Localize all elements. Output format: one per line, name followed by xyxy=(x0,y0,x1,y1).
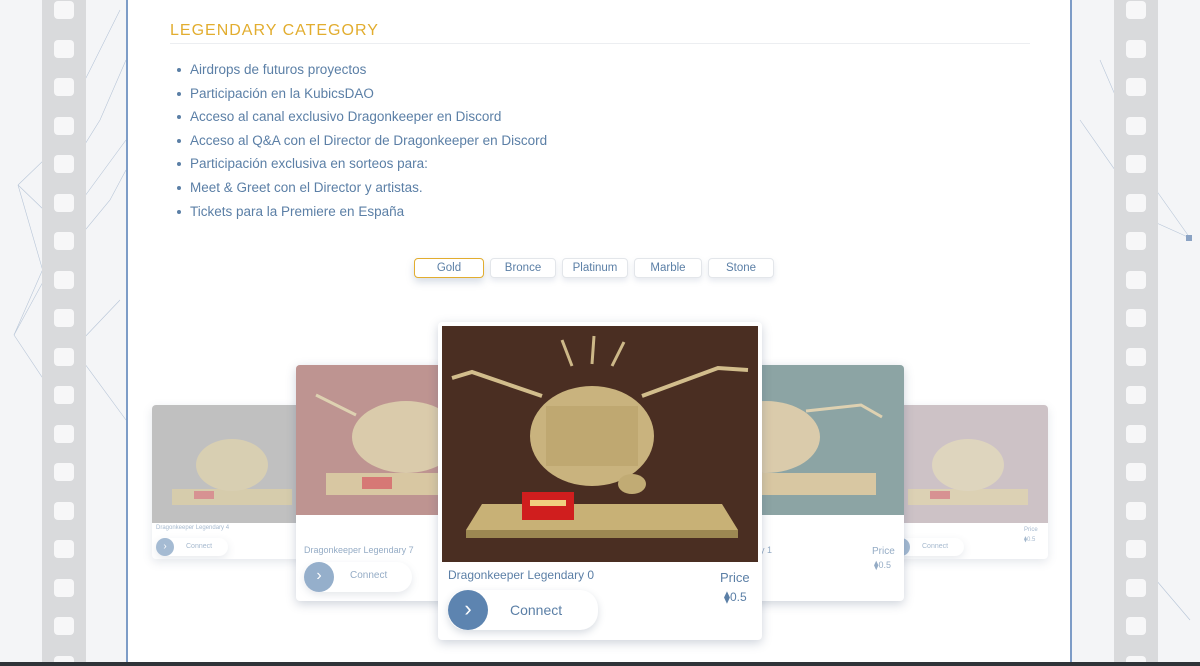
nft-card-right-far[interactable]: › Connect Price ⧫0.5 xyxy=(888,405,1048,559)
film-hole xyxy=(1126,116,1146,135)
film-hole xyxy=(1126,270,1146,289)
film-hole xyxy=(54,540,74,558)
film-hole xyxy=(1126,540,1146,558)
price-value: ⧫0.5 xyxy=(724,590,747,604)
benefit-item: Acceso al canal exclusivo Dragonkeeper e… xyxy=(176,105,547,129)
benefit-item: Participación exclusiva en sorteos para: xyxy=(176,152,547,176)
film-hole xyxy=(54,232,74,250)
nft-name: Dragonkeeper Legendary 4 xyxy=(156,525,230,531)
film-hole xyxy=(54,116,74,135)
film-hole xyxy=(54,617,74,635)
film-hole xyxy=(54,386,74,404)
tab-marble[interactable]: Marble xyxy=(634,258,702,278)
tab-stone[interactable]: Stone xyxy=(708,258,774,278)
film-hole xyxy=(54,424,74,443)
film-hole xyxy=(1126,501,1146,520)
film-strip-left xyxy=(42,0,86,666)
benefit-item: Airdrops de futuros proyectos xyxy=(176,58,547,82)
nft-name: Dragonkeeper Legendary 0 xyxy=(448,568,595,582)
film-hole xyxy=(54,193,74,212)
tab-gold[interactable]: Gold xyxy=(414,258,484,278)
nft-image xyxy=(152,405,312,523)
nft-image xyxy=(442,326,758,562)
film-hole xyxy=(1126,578,1146,597)
film-hole xyxy=(1126,232,1146,250)
film-hole xyxy=(1126,39,1146,58)
film-hole xyxy=(1126,309,1146,327)
price-value: ⧫0.5 xyxy=(1024,537,1036,543)
film-hole xyxy=(1126,78,1146,96)
nft-card-center[interactable]: Dragonkeeper Legendary 0 Price ⧫0.5 › Co… xyxy=(438,322,762,640)
tab-platinum[interactable]: Platinum xyxy=(562,258,628,278)
connect-button[interactable]: › Connect xyxy=(156,538,228,556)
category-title: LEGENDARY CATEGORY xyxy=(170,22,1030,44)
film-hole xyxy=(1126,193,1146,212)
film-hole xyxy=(54,309,74,327)
main-panel: LEGENDARY CATEGORY Airdrops de futuros p… xyxy=(126,0,1072,664)
film-hole xyxy=(54,270,74,289)
film-hole xyxy=(54,155,74,173)
chevron-right-icon: › xyxy=(448,590,488,630)
connect-button[interactable]: › Connect xyxy=(448,590,598,630)
film-hole xyxy=(1126,386,1146,404)
film-hole xyxy=(1126,424,1146,443)
category-tabs: Gold Bronce Platinum Marble Stone xyxy=(414,258,780,278)
nft-card-left-far[interactable]: Dragonkeeper Legendary 4 › Connect xyxy=(152,405,312,559)
film-hole xyxy=(54,39,74,58)
benefit-item: Meet & Greet con el Director y artistas. xyxy=(176,176,547,200)
film-hole xyxy=(54,578,74,597)
film-hole xyxy=(1126,463,1146,481)
film-hole xyxy=(1126,1,1146,19)
film-strip-right xyxy=(1114,0,1158,666)
chevron-right-icon: › xyxy=(156,538,174,556)
benefit-item: Acceso al Q&A con el Director de Dragonk… xyxy=(176,129,547,153)
benefit-item: Tickets para la Premiere en España xyxy=(176,200,547,224)
film-hole xyxy=(54,463,74,481)
benefit-item: Participación en la KubicsDAO xyxy=(176,82,547,106)
bottom-bar xyxy=(0,662,1200,666)
tab-bronce[interactable]: Bronce xyxy=(490,258,556,278)
film-hole xyxy=(1126,617,1146,635)
film-hole xyxy=(54,347,74,366)
film-hole xyxy=(54,1,74,19)
film-hole xyxy=(1126,155,1146,173)
film-hole xyxy=(1126,347,1146,366)
film-hole xyxy=(54,501,74,520)
film-hole xyxy=(54,78,74,96)
nft-image xyxy=(888,405,1048,523)
benefits-list: Airdrops de futuros proyectos Participac… xyxy=(176,58,547,224)
